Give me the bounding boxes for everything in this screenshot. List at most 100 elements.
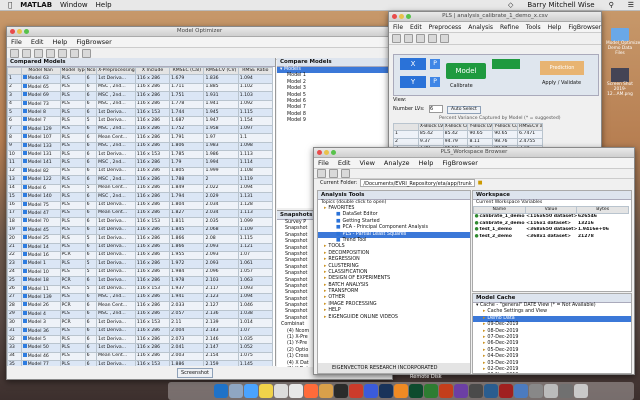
menu-analysis[interactable]: Analysis (468, 24, 493, 31)
photos-icon[interactable] (304, 384, 318, 398)
checkbox-icon[interactable] (22, 117, 27, 122)
current-folder-input[interactable]: /Documents/EVRI_Repository/eta/app/trunk (360, 179, 475, 187)
menu-analyze[interactable]: Analyze (384, 159, 410, 167)
checkbox-icon[interactable] (22, 75, 27, 80)
column-header[interactable]: RMSE Ratio (237, 66, 274, 76)
table-row[interactable]: 19 Model 45 PLS 6 1st Deriva... 116 x 286 1.84… (7, 225, 274, 236)
checkbox-icon[interactable] (22, 185, 27, 189)
table-row[interactable]: 27 Model 139 PLS 6 MSC , 2nd... 116 x 286 1.94… (7, 292, 274, 303)
toolbar-button-1[interactable] (317, 169, 326, 178)
table-row[interactable]: 17 Model 47 PLS 6 Mean Cent... 116 x 286 1.827… (7, 208, 274, 219)
auto-select-button[interactable]: Auto Select (447, 105, 481, 114)
toolbar-button-3[interactable] (34, 49, 43, 58)
checkbox-icon[interactable] (22, 319, 27, 324)
column-header[interactable]: Model Type (59, 66, 86, 76)
app-icon-3[interactable] (499, 384, 513, 398)
menu-file[interactable]: File (11, 38, 22, 46)
model-optimizer-titlebar[interactable]: Model Optimizer (7, 27, 392, 37)
checkbox-icon[interactable] (22, 277, 27, 282)
checkbox-icon[interactable] (22, 302, 27, 307)
checkbox-icon[interactable] (22, 202, 27, 206)
toolbar-button-2[interactable] (329, 169, 338, 178)
minimize-icon[interactable] (324, 150, 329, 155)
table-row[interactable]: 35 Model 77 PLS 6 1st Deriva... 116 x 153 1.88… (7, 360, 274, 366)
illustrator-icon[interactable] (394, 384, 408, 398)
menu-figbrowser[interactable]: FigBrowser (568, 24, 601, 31)
app-icon-6[interactable] (544, 384, 558, 398)
menu-edit[interactable]: Edit (338, 159, 351, 167)
toolbar-button-1[interactable] (392, 34, 401, 43)
column-header[interactable]: X Include (134, 66, 171, 76)
menubar-help[interactable]: Help (96, 1, 112, 9)
checkbox-icon[interactable] (22, 286, 27, 290)
table-row[interactable]: 1 Model 63 PLS 6 1st Deriva... 116 x 286 1.679… (7, 74, 274, 84)
preprocess-y-button[interactable]: P (430, 77, 440, 87)
table-row[interactable]: 13 Model 122 PLS 6 MSC , 2nd... 116 x 286 1.78… (7, 175, 274, 185)
table-row[interactable]: 6 Model 7 PLS 5 1st Deriva... 116 x 286 1.687 1… (7, 116, 274, 126)
checkbox-icon[interactable] (22, 193, 27, 198)
toolbar-button-2[interactable] (404, 34, 413, 43)
preprocess-x-button[interactable]: P (430, 59, 440, 69)
dreamweaver-icon[interactable] (409, 384, 423, 398)
menu-edit[interactable]: Edit (410, 24, 422, 31)
table-row[interactable]: 16 Model 75 PLS 6 1st Deriva... 116 x 286 1.80… (7, 200, 274, 210)
table-row[interactable]: 30 Model 3 PCR 6 1st Deriva... 116 x 153 2.11 2… (7, 318, 274, 328)
table-row[interactable]: 3 Model 69 PLS 6 MSC , 2nd... 116 x 286 1.751 1… (7, 91, 274, 101)
column-header[interactable] (7, 66, 22, 76)
menu-help[interactable]: Help (419, 159, 434, 167)
table-row[interactable]: 4 Model 73 PLS 6 MSC , 2nd... 116 x 286 1.778 1… (7, 99, 274, 110)
minimize-icon[interactable] (399, 14, 404, 19)
menu-file[interactable]: File (393, 24, 403, 31)
app-icon-1[interactable] (469, 384, 483, 398)
menubar-user[interactable]: Barry Mitchell Wise (527, 1, 594, 9)
toolbar-button-5[interactable] (440, 34, 449, 43)
checkbox-icon[interactable] (22, 235, 27, 240)
variance-row[interactable]: 1 85.42 85.42 90.65 90.65 6.7471 (393, 130, 543, 139)
checkbox-icon[interactable] (22, 109, 27, 114)
checkbox-icon[interactable] (22, 260, 27, 265)
x-block-button[interactable]: X (400, 58, 426, 70)
table-row[interactable]: 26 Model 11 PLS 5 1st Deriva... 116 x 153 1.93… (7, 284, 274, 294)
tree-item-model[interactable]: Model 9 (277, 118, 390, 124)
table-row[interactable]: 8 Model 107 PLS 6 Mean Cent... 116 x 286 1.791… (7, 133, 274, 143)
zoom-icon[interactable] (406, 14, 411, 19)
toolbar-button-5[interactable] (58, 49, 67, 58)
workspace-column-header[interactable]: Name (473, 205, 526, 215)
checkbox-icon[interactable] (22, 311, 27, 315)
wifi-icon[interactable]: ◇ (508, 1, 513, 9)
checkbox-icon[interactable] (22, 218, 27, 223)
menu-list-icon[interactable]: ☰ (628, 1, 634, 9)
table-row[interactable]: 18 Model 70 PLS 6 1st Deriva... 116 x 153 1.81… (7, 217, 274, 227)
app-icon-4[interactable] (514, 384, 528, 398)
matlab-icon[interactable] (319, 384, 333, 398)
table-row[interactable]: 5 Model 8 PLS 6 1st Deriva... 116 x 153 1.744 1… (7, 108, 274, 118)
close-icon[interactable] (392, 14, 397, 19)
table-row[interactable]: 2 Model 65 PLS 6 MSC , 2nd... 116 x 286 1.711 1… (7, 82, 274, 93)
apple-icon[interactable]:  (8, 1, 12, 9)
checkbox-icon[interactable] (22, 101, 27, 105)
checkbox-icon[interactable] (22, 227, 27, 231)
analysis-titlebar[interactable]: PLS | analysis_calibrate_1_demo_x.csv (389, 12, 601, 22)
toolbar-button-7[interactable] (82, 49, 91, 58)
checkbox-icon[interactable] (22, 176, 27, 181)
toolbar-button-6[interactable] (70, 49, 79, 58)
table-row[interactable]: 9 Model 133 PLS 6 MSC , 2nd... 116 x 286 1.806… (7, 141, 274, 152)
trash-icon[interactable] (574, 384, 588, 398)
launchpad-icon[interactable] (229, 384, 243, 398)
menu-help[interactable]: Help (548, 24, 562, 31)
checkbox-icon[interactable] (22, 92, 27, 97)
checkbox-icon[interactable] (22, 143, 27, 147)
checkbox-icon[interactable] (22, 344, 27, 349)
menu-preprocess[interactable]: Preprocess (429, 24, 462, 31)
app-icon-2[interactable] (484, 384, 498, 398)
toolbar-button-3[interactable] (341, 169, 350, 178)
checkbox-icon[interactable] (22, 210, 27, 214)
finder-icon[interactable] (214, 384, 228, 398)
powerpoint-icon[interactable] (439, 384, 453, 398)
desktop-screenshot-icon[interactable]: Screen Shot 2019-12...AM.png (604, 68, 636, 97)
toolbar-button-1[interactable] (10, 49, 19, 58)
table-row[interactable]: 32 Model 5 PLS 6 1st Deriva... 116 x 286 2.073… (7, 334, 274, 345)
cache-item[interactable]: ▸20-Nov-2019 (473, 373, 631, 374)
table-row[interactable]: 10 Model 131 PLS 6 1st Deriva... 116 x 153 1.7… (7, 150, 274, 160)
model-button[interactable]: Model (446, 63, 486, 79)
